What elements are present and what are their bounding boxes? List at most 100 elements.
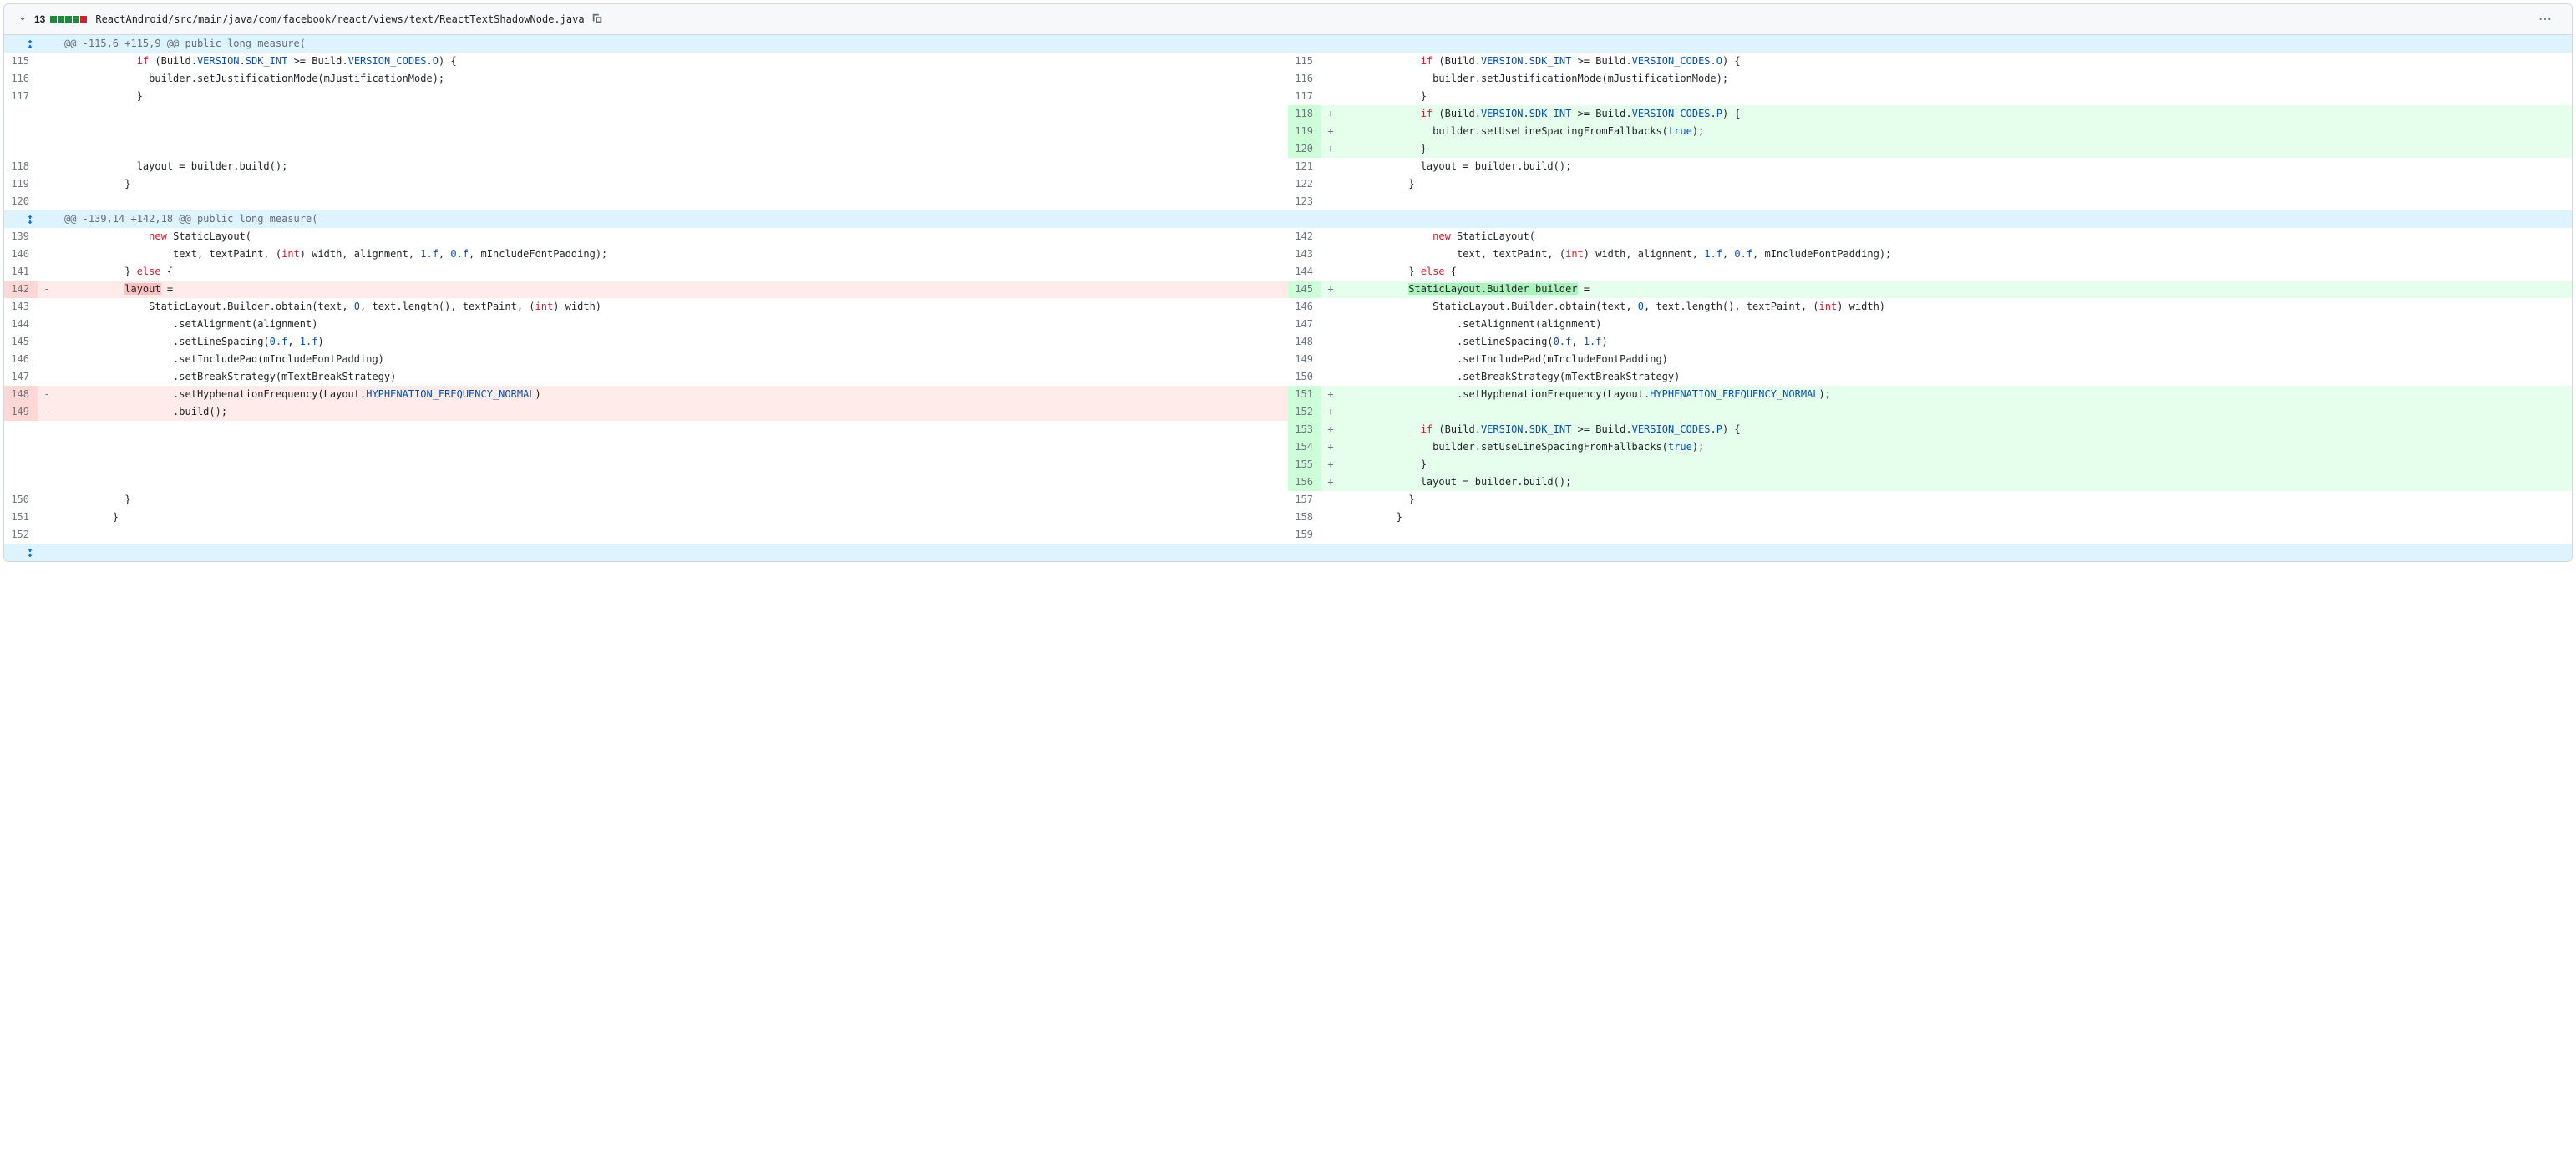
line-number-old[interactable]: 148 [4,386,38,403]
marker-minus: - [38,281,56,298]
line-number-old[interactable]: 139 [4,228,38,245]
code-old: .setHyphenationFrequency(Layout.HYPHENAT… [56,386,1288,403]
line-number-new[interactable]: 156 [1288,473,1321,491]
code-new: .setLineSpacing(0.f, 1.f) [1340,333,2572,351]
code-new: } [1340,140,2572,158]
line-number-new[interactable]: 142 [1288,228,1321,245]
line-number-new[interactable]: 152 [1288,403,1321,421]
line-number-new[interactable]: 117 [1288,88,1321,105]
line-number-new[interactable]: 151 [1288,386,1321,403]
diff-bar-added [65,16,72,23]
diff-row-add: 156+ layout = builder.build(); [4,473,2572,491]
line-number-old[interactable]: 147 [4,368,38,386]
line-number-old[interactable]: 140 [4,245,38,263]
line-number-new[interactable]: 121 [1288,158,1321,175]
diff-count: 13 [34,13,45,25]
code-old: .setAlignment(alignment) [56,316,1288,333]
code-old: layout = builder.build(); [56,158,1288,175]
code-old [56,526,1288,544]
line-number-old[interactable]: 115 [4,53,38,70]
line-number-old[interactable]: 118 [4,158,38,175]
line-number-new[interactable]: 155 [1288,456,1321,473]
code-new: .setAlignment(alignment) [1340,316,2572,333]
code-new: .setIncludePad(mIncludeFontPadding) [1340,351,2572,368]
code-new: } [1340,491,2572,509]
diff-row: 146 .setIncludePad(mIncludeFontPadding) … [4,351,2572,368]
line-number-new[interactable]: 149 [1288,351,1321,368]
line-number-old[interactable]: 144 [4,316,38,333]
line-number-new[interactable]: 159 [1288,526,1321,544]
file-path[interactable]: ReactAndroid/src/main/java/com/facebook/… [95,13,584,25]
line-number-new[interactable]: 116 [1288,70,1321,88]
code-old: } [56,509,1288,526]
diff-row-change: 148- .setHyphenationFrequency(Layout.HYP… [4,386,2572,403]
marker-plus: + [1321,456,1340,473]
code-old: .setIncludePad(mIncludeFontPadding) [56,351,1288,368]
expand-icon[interactable] [4,35,56,53]
diff-row: 139 new StaticLayout( 142 new StaticLayo… [4,228,2572,245]
chevron-down-icon[interactable] [18,14,28,24]
line-number-new[interactable]: 158 [1288,509,1321,526]
diff-row: 152 159 [4,526,2572,544]
code-new [1340,526,2572,544]
line-number-new[interactable]: 154 [1288,438,1321,456]
diff-row-add: 120+ } [4,140,2572,158]
kebab-icon[interactable]: ⋯ [2533,11,2558,28]
line-number-old[interactable]: 143 [4,298,38,316]
line-number-old[interactable]: 146 [4,351,38,368]
line-number-old[interactable]: 116 [4,70,38,88]
copy-icon[interactable] [591,13,603,27]
hunk-header: @@ -115,6 +115,9 @@ public long measure( [4,35,2572,53]
code-old: } else { [56,263,1288,281]
line-number-old[interactable]: 152 [4,526,38,544]
code-old: .build(); [56,403,1288,421]
line-number-old[interactable]: 149 [4,403,38,421]
line-number-new[interactable]: 147 [1288,316,1321,333]
line-number-new[interactable]: 119 [1288,123,1321,140]
line-number-new[interactable]: 144 [1288,263,1321,281]
code-new: .setHyphenationFrequency(Layout.HYPHENAT… [1340,386,2572,403]
diff-row-add: 118+ if (Build.VERSION.SDK_INT >= Build.… [4,105,2572,123]
code-new: builder.setJustificationMode(mJustificat… [1340,70,2572,88]
line-number-new[interactable]: 122 [1288,175,1321,193]
diff-row-change: 149- .build(); 152+ [4,403,2572,421]
line-number-new[interactable]: 146 [1288,298,1321,316]
line-number-old[interactable]: 150 [4,491,38,509]
code-new: layout = builder.build(); [1340,158,2572,175]
code-new: builder.setUseLineSpacingFromFallbacks(t… [1340,123,2572,140]
diff-row: 119 } 122 } [4,175,2572,193]
hunk-footer [4,544,2572,561]
diff-row: 116 builder.setJustificationMode(mJustif… [4,70,2572,88]
line-number-new[interactable]: 118 [1288,105,1321,123]
expand-icon[interactable] [4,210,56,228]
line-number-new[interactable]: 153 [1288,421,1321,438]
code-old: new StaticLayout( [56,228,1288,245]
marker-plus: + [1321,403,1340,421]
line-number-new[interactable]: 150 [1288,368,1321,386]
line-number-old[interactable]: 141 [4,263,38,281]
diff-row: 151 } 158 } [4,509,2572,526]
expand-down-icon[interactable] [4,544,56,561]
diff-row: 144 .setAlignment(alignment) 147 .setAli… [4,316,2572,333]
marker-minus: - [38,403,56,421]
code-old: } [56,88,1288,105]
line-number-new[interactable]: 157 [1288,491,1321,509]
diff-row: 115 if (Build.VERSION.SDK_INT >= Build.V… [4,53,2572,70]
code-old: StaticLayout.Builder.obtain(text, 0, tex… [56,298,1288,316]
line-number-old[interactable]: 145 [4,333,38,351]
code-old: .setLineSpacing(0.f, 1.f) [56,333,1288,351]
line-number-new[interactable]: 123 [1288,193,1321,210]
diff-bar-removed [80,16,87,23]
line-number-old[interactable]: 120 [4,193,38,210]
code-new: text, textPaint, (int) width, alignment,… [1340,245,2572,263]
line-number-new[interactable]: 115 [1288,53,1321,70]
line-number-new[interactable]: 143 [1288,245,1321,263]
diff-row: 145 .setLineSpacing(0.f, 1.f) 148 .setLi… [4,333,2572,351]
line-number-old[interactable]: 142 [4,281,38,298]
line-number-old[interactable]: 117 [4,88,38,105]
line-number-new[interactable]: 148 [1288,333,1321,351]
line-number-old[interactable]: 119 [4,175,38,193]
line-number-new[interactable]: 145 [1288,281,1321,298]
line-number-new[interactable]: 120 [1288,140,1321,158]
line-number-old[interactable]: 151 [4,509,38,526]
